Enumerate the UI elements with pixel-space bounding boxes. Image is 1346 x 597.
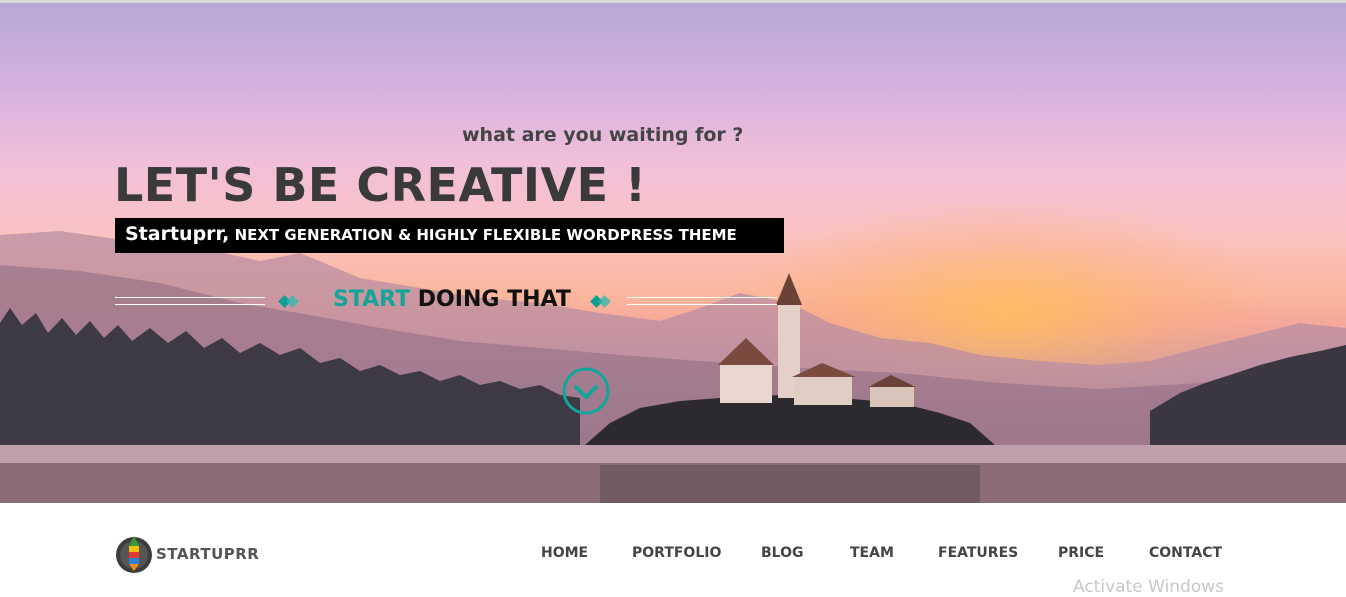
cta-highlight: START bbox=[333, 287, 411, 312]
hero-tagline: what are you waiting for ? bbox=[462, 124, 744, 146]
hero-banner bbox=[0, 3, 1346, 503]
hero-headline: LET'S BE CREATIVE ! bbox=[114, 158, 647, 212]
nav-features[interactable]: FEATURES bbox=[938, 545, 1018, 561]
nav-portfolio[interactable]: PORTFOLIO bbox=[632, 545, 721, 561]
nav-contact[interactable]: CONTACT bbox=[1149, 545, 1222, 561]
hero-subtitle-box: Startuprr, NEXT GENERATION & HIGHLY FLEX… bbox=[115, 218, 784, 253]
nav-team[interactable]: TEAM bbox=[850, 545, 894, 561]
chevron-down-circle-icon bbox=[562, 367, 610, 415]
scroll-down-button[interactable] bbox=[562, 367, 610, 415]
decor-line bbox=[627, 304, 777, 305]
subtitle-text: NEXT GENERATION & HIGHLY FLEXIBLE WORDPR… bbox=[229, 226, 737, 244]
landscape-background-image bbox=[0, 231, 1346, 503]
nav-price[interactable]: PRICE bbox=[1058, 545, 1104, 561]
cta-rest: DOING THAT bbox=[410, 287, 571, 312]
subtitle-brand: Startuprr, bbox=[125, 223, 230, 245]
decor-line bbox=[115, 304, 265, 305]
nav-blog[interactable]: BLOG bbox=[761, 545, 804, 561]
rocket-logo-icon bbox=[116, 536, 152, 573]
decor-line bbox=[627, 297, 777, 298]
nav-home[interactable]: HOME bbox=[541, 545, 588, 561]
cta-text: START DOING THAT bbox=[333, 287, 571, 312]
logo-text: STARTUPRR bbox=[156, 545, 260, 563]
activate-windows-watermark: Activate Windows bbox=[1073, 577, 1224, 597]
decor-line bbox=[115, 297, 265, 298]
